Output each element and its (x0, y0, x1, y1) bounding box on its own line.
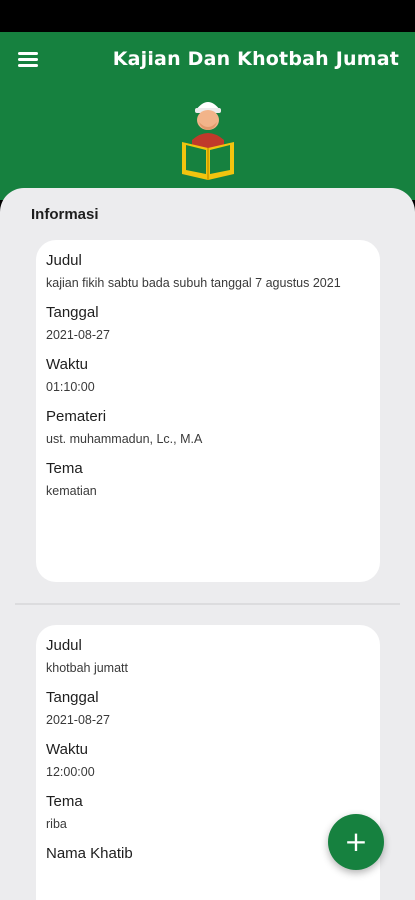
field-value: 12:00:00 (46, 765, 95, 779)
field-value: 2021-08-27 (46, 713, 110, 727)
field-label: Tanggal (46, 304, 99, 321)
add-button[interactable]: + (328, 814, 384, 870)
event-card[interactable]: Judul kajian fikih sabtu bada subuh tang… (36, 240, 380, 582)
field-value: riba (46, 817, 67, 831)
status-bar (0, 0, 415, 32)
section-title: Informasi (31, 206, 99, 223)
field-tema: Tema kematian (46, 460, 368, 501)
app-title: Kajian Dan Khotbah Jumat (112, 48, 399, 70)
field-nama-khatib: Nama Khatib (46, 845, 368, 862)
hamburger-menu-icon[interactable] (18, 52, 40, 70)
field-waktu: Waktu 01:10:00 (46, 356, 368, 397)
field-value: kajian fikih sabtu bada subuh tanggal 7 … (46, 276, 341, 290)
divider (15, 603, 400, 605)
field-label: Nama Khatib (46, 845, 133, 862)
event-card[interactable]: Judul khotbah jumatt Tanggal 2021-08-27 … (36, 625, 380, 900)
field-value: 2021-08-27 (46, 328, 110, 342)
field-label: Judul (46, 252, 82, 269)
field-label: Pemateri (46, 408, 107, 425)
field-value: 01:10:00 (46, 380, 95, 394)
field-value: kematian (46, 484, 97, 498)
field-label: Tema (46, 460, 83, 477)
field-label: Waktu (46, 741, 88, 758)
field-waktu: Waktu 12:00:00 (46, 741, 368, 782)
field-judul: Judul kajian fikih sabtu bada subuh tang… (46, 252, 368, 293)
field-label: Waktu (46, 356, 88, 373)
field-pemateri: Pemateri ust. muhammadun, Lc., M.A (46, 408, 368, 449)
field-tanggal: Tanggal 2021-08-27 (46, 304, 368, 345)
field-value: ust. muhammadun, Lc., M.A (46, 432, 203, 446)
field-tema: Tema riba (46, 793, 368, 834)
content-panel: Informasi Judul kajian fikih sabtu bada … (0, 188, 415, 900)
field-value: khotbah jumatt (46, 661, 128, 675)
field-label: Tanggal (46, 689, 99, 706)
field-tanggal: Tanggal 2021-08-27 (46, 689, 368, 730)
field-label: Judul (46, 637, 82, 654)
app-bar: Kajian Dan Khotbah Jumat (0, 32, 415, 200)
field-judul: Judul khotbah jumatt (46, 637, 368, 678)
reading-man-quran-icon (182, 102, 234, 180)
field-label: Tema (46, 793, 83, 810)
plus-icon: + (344, 825, 368, 858)
